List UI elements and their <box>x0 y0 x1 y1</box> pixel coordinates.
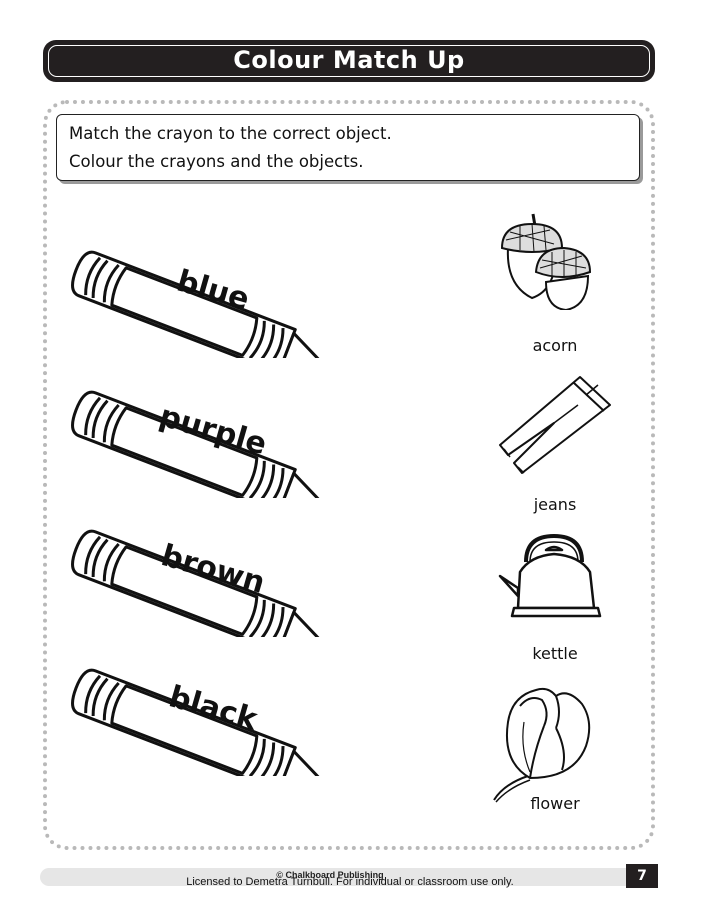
instruction-line-2: Colour the crayons and the objects. <box>69 152 364 171</box>
object-acorn: acorn <box>490 210 620 355</box>
crayon-purple: purple <box>60 368 350 498</box>
object-label: flower <box>530 794 580 813</box>
jeans-icon <box>499 376 611 474</box>
crayon-brown: brown <box>60 507 350 637</box>
footer-license: Licensed to Demetra Turnbull. For indivi… <box>186 876 514 888</box>
object-jeans: jeans <box>490 375 620 514</box>
page-title: Colour Match Up <box>233 46 465 74</box>
crayon-blue: blue <box>60 228 350 358</box>
object-label: acorn <box>532 336 578 355</box>
kettle-icon <box>498 534 602 618</box>
title-banner: Colour Match Up <box>43 40 655 82</box>
object-flower: flower <box>490 682 620 813</box>
crayon-black: black <box>60 646 350 776</box>
tulip-icon <box>493 687 591 803</box>
object-label: kettle <box>532 644 578 663</box>
page-number: 7 <box>626 864 658 888</box>
instruction-line-1: Match the crayon to the correct object. <box>69 124 392 143</box>
instructions-box: Match the crayon to the correct object. … <box>56 114 640 181</box>
object-label: jeans <box>533 495 577 514</box>
object-kettle: kettle <box>490 532 620 663</box>
acorn-icon <box>500 213 592 310</box>
